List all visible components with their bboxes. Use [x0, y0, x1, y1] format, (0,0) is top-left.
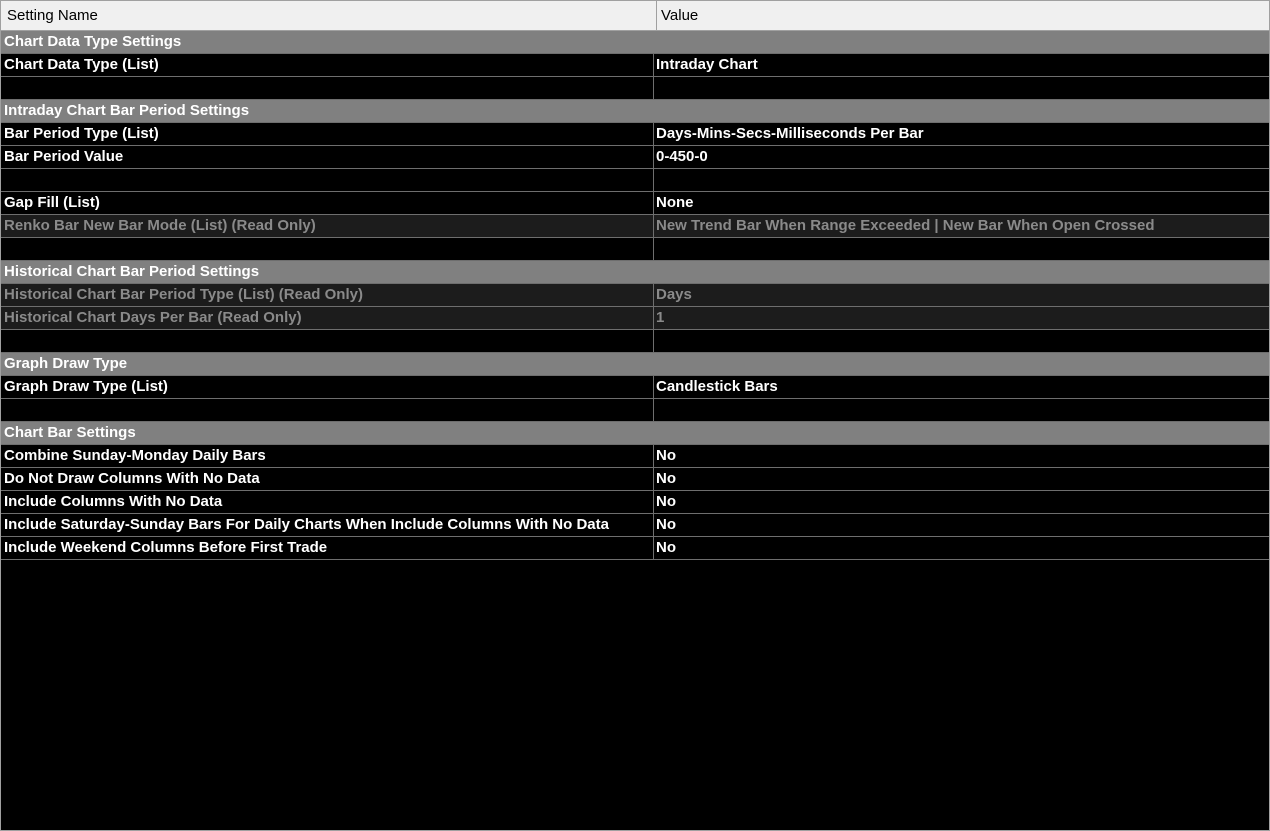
empty-cell — [1, 399, 654, 421]
empty-cell — [654, 169, 1269, 191]
setting-row[interactable]: Bar Period Type (List) Days-Mins-Secs-Mil… — [1, 123, 1269, 146]
readonly-setting-row: Renko Bar New Bar Mode (List) (Read Only… — [1, 215, 1269, 238]
readonly-setting-row: Historical Chart Days Per Bar (Read Only… — [1, 307, 1269, 330]
setting-name: Include Weekend Columns Before First Tra… — [1, 537, 654, 559]
section-title: Historical Chart Bar Period Settings — [4, 263, 260, 280]
setting-value[interactable]: No — [654, 537, 1269, 559]
setting-value: Days — [656, 286, 692, 303]
empty-cell — [1, 169, 654, 191]
setting-value: 1 — [656, 309, 665, 326]
setting-name: Bar Period Type (List) — [1, 123, 654, 145]
setting-name-column-header[interactable]: Setting Name — [1, 1, 657, 30]
setting-name: Chart Data Type (List) — [1, 54, 654, 76]
section-header[interactable]: Graph Draw Type — [1, 353, 1269, 376]
setting-row[interactable]: Combine Sunday-Monday Daily Bars No — [1, 445, 1269, 468]
setting-value[interactable]: No — [654, 445, 1269, 467]
empty-cell — [654, 399, 1269, 421]
setting-value[interactable]: No — [654, 514, 1269, 536]
readonly-setting-row: Historical Chart Bar Period Type (List) … — [1, 284, 1269, 307]
setting-name: Do Not Draw Columns With No Data — [1, 468, 654, 490]
setting-name: Include Saturday-Sunday Bars For Daily C… — [1, 514, 654, 536]
setting-name: Graph Draw Type (List) — [1, 376, 654, 398]
section-title: Chart Bar Settings — [4, 424, 136, 441]
setting-name: Historical Chart Bar Period Type (List) … — [1, 284, 654, 306]
setting-value[interactable]: No — [654, 468, 1269, 490]
blank-row — [1, 169, 1269, 192]
section-header[interactable]: Intraday Chart Bar Period Settings — [1, 100, 1269, 123]
setting-value[interactable]: 0-450-0 — [654, 146, 1269, 168]
setting-name: Renko Bar New Bar Mode (List) (Read Only… — [1, 215, 654, 237]
setting-value: New Trend Bar When Range Exceeded | New … — [656, 217, 1155, 234]
setting-row[interactable]: Gap Fill (List) None — [1, 192, 1269, 215]
setting-value[interactable]: Candlestick Bars — [654, 376, 1269, 398]
setting-row[interactable]: Graph Draw Type (List) Candlestick Bars — [1, 376, 1269, 399]
blank-row — [1, 399, 1269, 422]
section-title: Chart Data Type Settings — [4, 33, 182, 50]
empty-cell — [654, 77, 1269, 99]
setting-value[interactable]: Intraday Chart — [654, 54, 1269, 76]
setting-name: Combine Sunday-Monday Daily Bars — [1, 445, 654, 467]
empty-cell — [654, 330, 1269, 352]
section-header[interactable]: Chart Data Type Settings — [1, 31, 1269, 54]
setting-value[interactable]: None — [654, 192, 1269, 214]
setting-value[interactable]: No — [654, 491, 1269, 513]
empty-cell — [1, 77, 654, 99]
setting-name: Include Columns With No Data — [1, 491, 654, 513]
setting-row[interactable]: Include Saturday-Sunday Bars For Daily C… — [1, 514, 1269, 537]
blank-row — [1, 238, 1269, 261]
value-column-header[interactable]: Value — [657, 1, 1269, 30]
setting-row[interactable]: Bar Period Value 0-450-0 — [1, 146, 1269, 169]
section-header[interactable]: Chart Bar Settings — [1, 422, 1269, 445]
settings-rows: Chart Data Type Settings Chart Data Type … — [1, 31, 1269, 560]
setting-name: Bar Period Value — [1, 146, 654, 168]
setting-name: Gap Fill (List) — [1, 192, 654, 214]
setting-name: Historical Chart Days Per Bar (Read Only… — [1, 307, 654, 329]
setting-row[interactable]: Do Not Draw Columns With No Data No — [1, 468, 1269, 491]
grid-header: Setting Name Value — [1, 1, 1269, 31]
blank-row — [1, 77, 1269, 100]
setting-row[interactable]: Chart Data Type (List) Intraday Chart — [1, 54, 1269, 77]
setting-row[interactable]: Include Weekend Columns Before First Tra… — [1, 537, 1269, 560]
setting-value[interactable]: Days-Mins-Secs-Milliseconds Per Bar — [654, 123, 1269, 145]
empty-cell — [654, 238, 1269, 260]
section-title: Intraday Chart Bar Period Settings — [4, 102, 250, 119]
settings-grid: Setting Name Value Chart Data Type Setti… — [0, 0, 1270, 831]
empty-cell — [1, 330, 654, 352]
section-title: Graph Draw Type — [4, 355, 128, 372]
section-header[interactable]: Historical Chart Bar Period Settings — [1, 261, 1269, 284]
empty-cell — [1, 238, 654, 260]
setting-row[interactable]: Include Columns With No Data No — [1, 491, 1269, 514]
blank-row — [1, 330, 1269, 353]
